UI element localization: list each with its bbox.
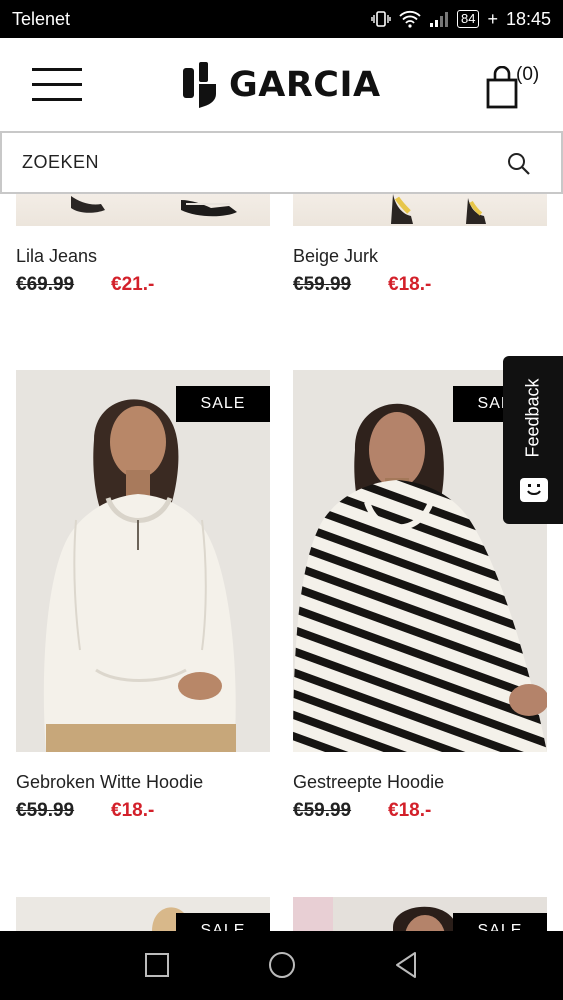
product-name[interactable]: Gebroken Witte Hoodie bbox=[16, 772, 203, 793]
product-name[interactable]: Beige Jurk bbox=[293, 246, 378, 267]
brand-name: GARCIA bbox=[229, 65, 381, 105]
clock: 18:45 bbox=[505, 8, 551, 29]
original-price: €59.99 bbox=[293, 800, 352, 821]
product-image[interactable] bbox=[16, 370, 270, 752]
wifi-icon bbox=[399, 10, 421, 28]
sale-price: €18.- bbox=[388, 274, 432, 295]
sale-price: €18.- bbox=[388, 800, 432, 821]
charging-icon: + bbox=[487, 8, 498, 29]
sale-price: €18.- bbox=[111, 800, 155, 821]
search-bar bbox=[0, 131, 563, 194]
cart-count: (0) bbox=[516, 64, 540, 85]
search-icon[interactable] bbox=[507, 152, 531, 176]
recent-apps-icon[interactable] bbox=[144, 949, 170, 981]
sale-badge: SALE bbox=[176, 913, 270, 931]
vibrate-icon bbox=[371, 11, 391, 27]
product-image[interactable] bbox=[16, 194, 270, 226]
signal-icon bbox=[429, 12, 448, 27]
original-price: €59.99 bbox=[16, 800, 75, 821]
status-icons: 84 + 18:45 bbox=[371, 9, 551, 30]
product-image[interactable] bbox=[293, 194, 547, 226]
brand-logo[interactable]: GARCIA bbox=[183, 62, 381, 108]
home-icon[interactable] bbox=[267, 949, 297, 981]
carrier-label: Telenet bbox=[12, 8, 71, 29]
garcia-logo-icon bbox=[183, 62, 216, 108]
search-input[interactable] bbox=[22, 152, 482, 173]
smiley-icon bbox=[520, 478, 548, 502]
system-nav-bar bbox=[0, 931, 563, 1000]
sale-price: €21.- bbox=[111, 274, 155, 295]
shopping-bag-icon bbox=[486, 66, 518, 109]
shoes-photo bbox=[391, 194, 486, 224]
original-price: €59.99 bbox=[293, 274, 352, 295]
product-grid: Lila Jeans €69.99 €21.- Beige Jurk €59.9… bbox=[0, 194, 563, 931]
feedback-label: Feedback bbox=[522, 378, 543, 458]
white-hoodie-photo bbox=[16, 370, 270, 752]
product-name[interactable]: Gestreepte Hoodie bbox=[293, 772, 444, 793]
app-header: GARCIA (0) bbox=[0, 38, 563, 132]
feedback-tab[interactable]: Feedback bbox=[503, 356, 563, 524]
cart-button[interactable]: (0) bbox=[486, 64, 546, 110]
battery-indicator: 84 bbox=[456, 10, 480, 28]
product-name[interactable]: Lila Jeans bbox=[16, 246, 97, 267]
back-icon[interactable] bbox=[393, 949, 421, 981]
original-price: €69.99 bbox=[16, 274, 75, 295]
status-bar: Telenet 84 + 18:45 bbox=[0, 0, 563, 38]
shoes-photo bbox=[71, 196, 237, 217]
sale-badge: SALE bbox=[176, 386, 270, 422]
sale-badge: SALE bbox=[453, 913, 547, 931]
menu-icon[interactable] bbox=[32, 68, 82, 102]
